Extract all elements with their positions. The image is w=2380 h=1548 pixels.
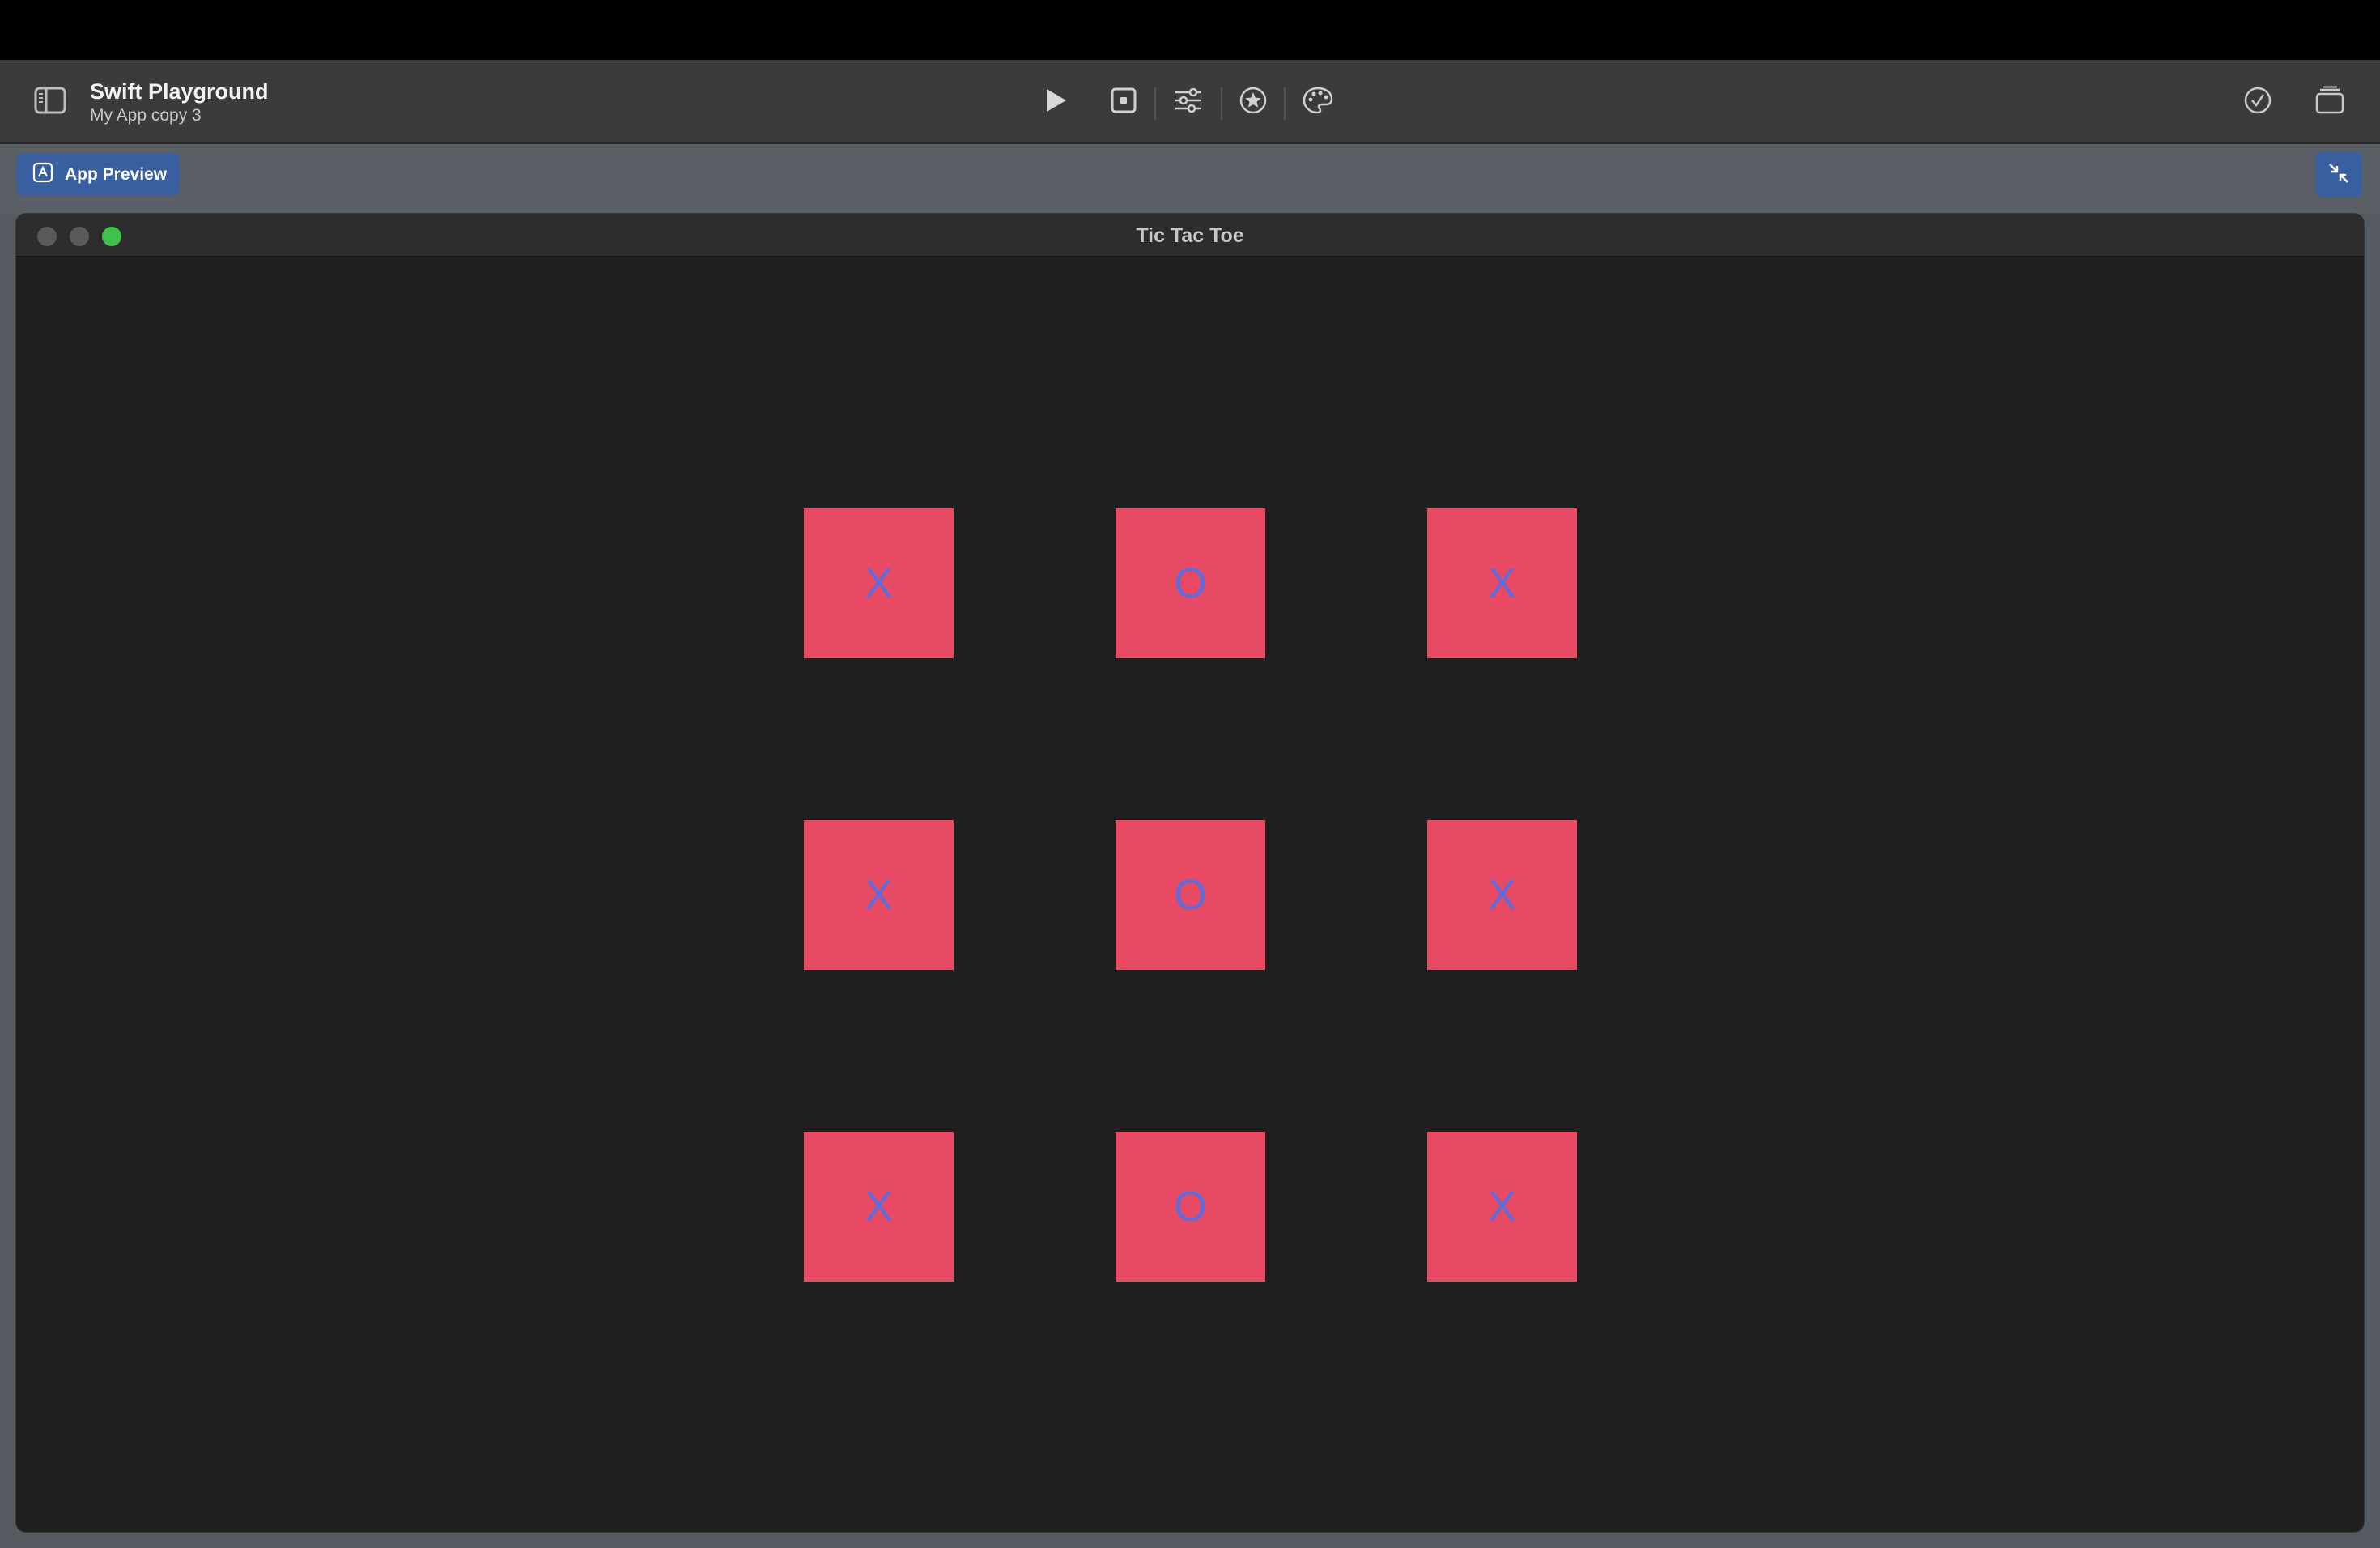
toolbar-separator [1284, 87, 1286, 120]
toolbar-separator [1154, 87, 1156, 120]
project-subtitle: My App copy 3 [90, 106, 202, 125]
board-cell[interactable]: X [1427, 820, 1577, 970]
menu-bar [0, 0, 2380, 60]
play-icon[interactable] [1035, 79, 1077, 121]
stop-icon[interactable] [1103, 79, 1145, 121]
window-titlebar: Tic Tac Toe [16, 214, 2364, 257]
board-cell[interactable]: O [1116, 1132, 1265, 1282]
toolbar-separator [1221, 87, 1222, 120]
project-title-block: Swift Playground My App copy 3 [90, 78, 269, 126]
star-circle-icon[interactable] [1232, 79, 1274, 121]
preview-bar: App Preview [0, 144, 2380, 214]
toolbar: Swift Playground My App copy 3 [0, 60, 2380, 144]
board-cell[interactable]: O [1116, 508, 1265, 658]
board-cell[interactable]: X [804, 820, 954, 970]
board-cell[interactable]: X [1427, 1132, 1577, 1282]
collapse-preview-button[interactable] [2315, 152, 2362, 198]
app-preview-button[interactable]: App Preview [16, 154, 181, 196]
zoom-window-button[interactable] [102, 227, 121, 246]
minimize-window-button[interactable] [70, 227, 89, 246]
board-cell[interactable]: X [804, 1132, 954, 1282]
board-cell[interactable]: O [1116, 820, 1265, 970]
app-title: Swift Playground [90, 79, 269, 104]
sidebar-icon[interactable] [29, 79, 71, 121]
stack-icon[interactable] [2309, 79, 2351, 121]
close-window-button[interactable] [37, 227, 57, 246]
app-preview-icon [32, 162, 53, 188]
sliders-icon[interactable] [1167, 79, 1209, 121]
palette-icon[interactable] [1297, 79, 1339, 121]
app-preview-label: App Preview [65, 165, 168, 184]
app-preview-window: Tic Tac Toe X O X X O X X O X [16, 214, 2364, 1532]
collapse-icon [2327, 162, 2350, 189]
checkmark-circle-icon[interactable] [2237, 79, 2279, 121]
board-cell[interactable]: X [1427, 508, 1577, 658]
board-cell[interactable]: X [804, 508, 954, 658]
window-title: Tic Tac Toe [1136, 224, 1244, 247]
